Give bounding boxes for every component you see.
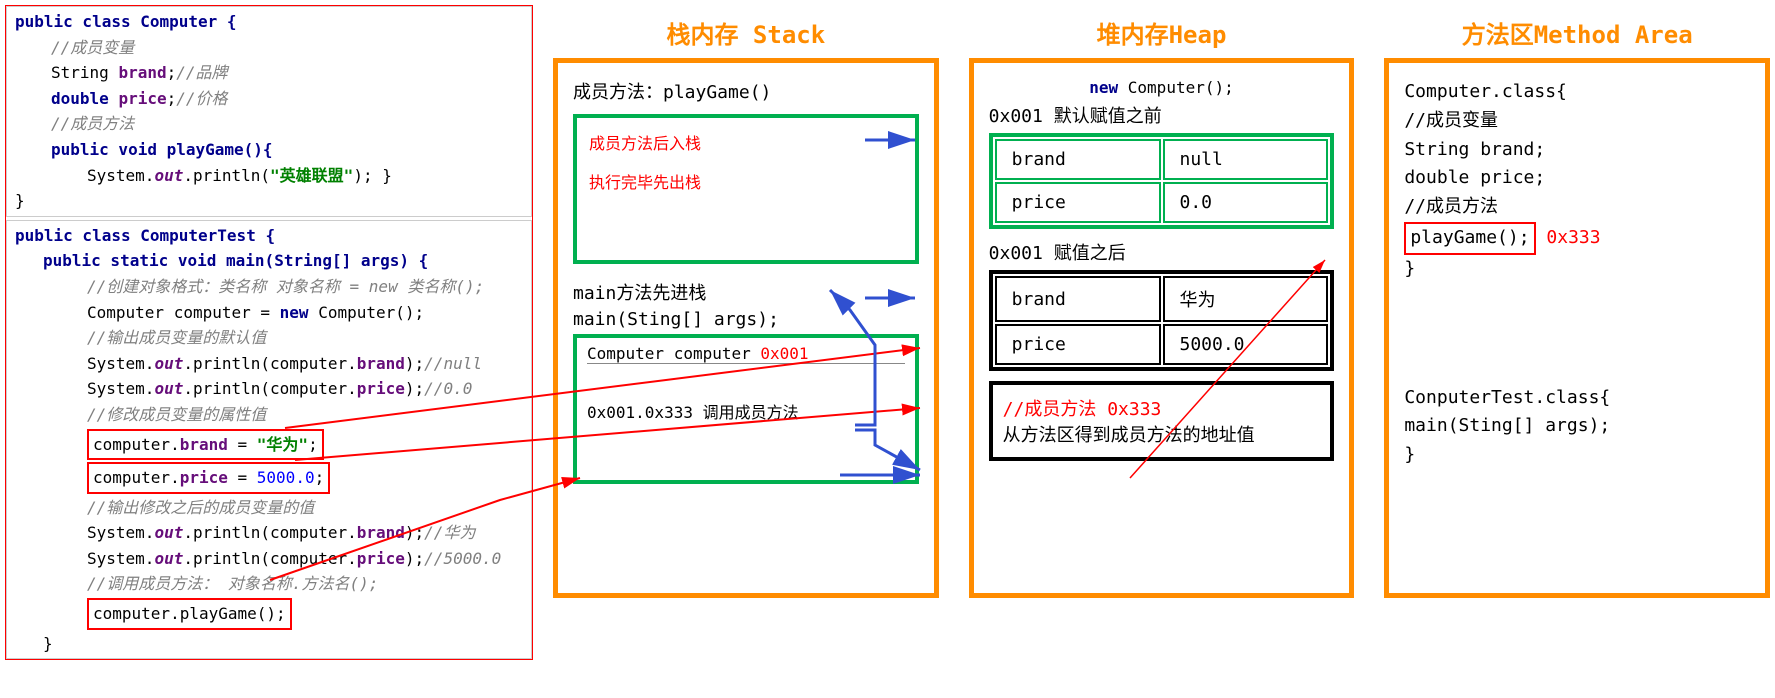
playgame-method-area: playGame(); [1404,222,1535,255]
heap-default-table: brandnull price0.0 [989,133,1335,229]
playgame-call-line: computer.playGame(); [87,598,292,630]
computer-class-area: Computer.class{ //成员变量 String brand; dou… [1404,78,1750,284]
set-brand-line: computer.brand = "华为"; [87,429,324,461]
stack-column: 栈内存 Stack 成员方法：playGame() 成员方法后入栈 执行完毕先出… [553,15,939,660]
code-panel: public class Computer { //成员变量 String br… [5,5,533,660]
computertest-class-code: public class ComputerTest { public stati… [6,220,532,660]
computer-class-code: public class Computer { //成员变量 String br… [6,6,532,217]
heap-column: 堆内存Heap new Computer(); 0x001 默认赋值之前 bra… [969,15,1355,660]
method-area-column: 方法区Method Area Computer.class{ //成员变量 St… [1384,15,1770,660]
heap-assigned-table: brand华为 price5000.0 [989,270,1335,371]
computertest-class-area: ConputerTest.class{ main(Sting[] args); … [1404,384,1750,470]
set-price-line: computer.price = 5000.0; [87,462,330,494]
heap-method-box: //成员方法 0x333 从方法区得到成员方法的地址值 [989,381,1335,461]
stack-method-frame: 成员方法后入栈 执行完毕先出栈 [573,114,919,264]
stack-main-frame: Computer computer 0x001 0x001.0x333 调用成员… [573,334,919,484]
